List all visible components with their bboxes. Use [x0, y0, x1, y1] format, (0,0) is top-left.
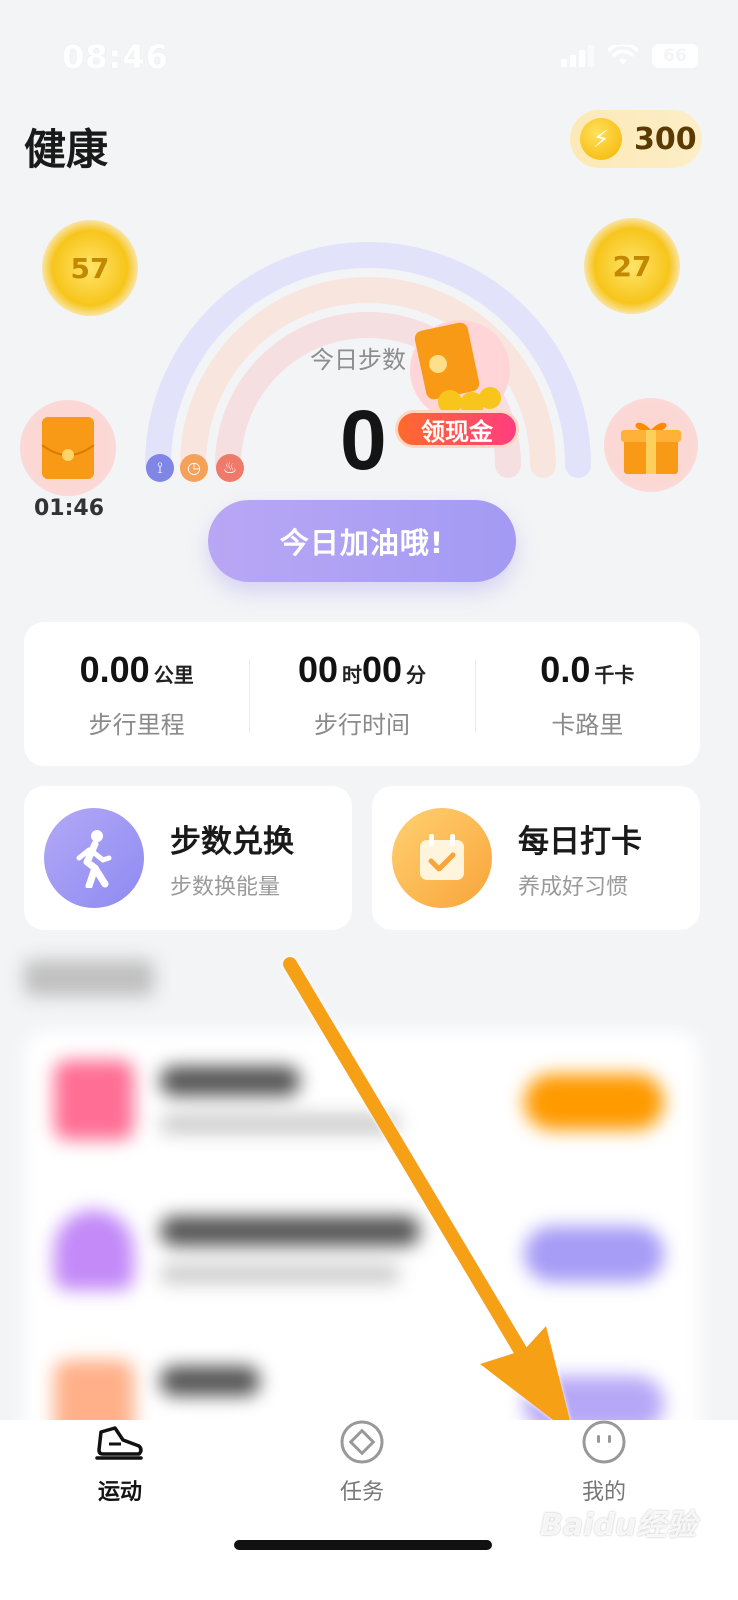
home-indicator[interactable] [234, 1540, 492, 1550]
tab-sport[interactable]: 运动 [60, 1418, 180, 1506]
tab-label: 任务 [339, 1480, 384, 1505]
tab-mine[interactable]: 我的 [544, 1418, 664, 1506]
orange-arrow-annotation [283, 957, 574, 1436]
baidu-watermark: Baidu经验 [540, 1508, 697, 1543]
tab-tasks[interactable]: 任务 [302, 1418, 422, 1506]
sneaker-icon [60, 1418, 180, 1466]
smiley-face-icon [544, 1418, 664, 1466]
diamond-task-icon [302, 1418, 422, 1466]
tab-label: 运动 [97, 1480, 142, 1505]
